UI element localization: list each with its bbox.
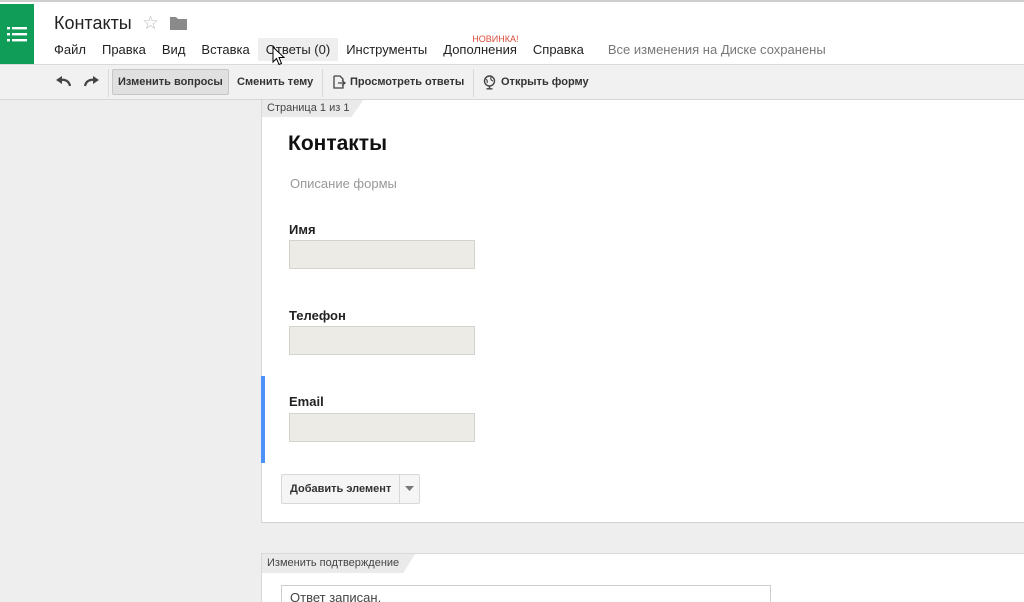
question-input-phone[interactable] [289,326,475,355]
toolbar-divider [322,69,323,97]
mouse-cursor-icon [272,45,286,71]
document-title[interactable]: Контакты [54,13,132,34]
open-form-button[interactable]: Открыть форму [477,69,594,95]
redo-button[interactable] [82,74,100,90]
question-label-name[interactable]: Имя [289,222,316,237]
export-icon [332,75,346,89]
folder-icon[interactable] [170,16,187,35]
save-status[interactable]: Все изменения на Диске сохранены [608,42,826,57]
confirmation-message-field[interactable]: Ответ записан. [281,585,771,602]
open-form-label: Открыть форму [501,76,589,88]
list-icon [7,27,27,42]
chevron-down-icon [405,486,415,491]
menu-edit[interactable]: Правка [94,38,154,61]
view-responses-button[interactable]: Просмотреть ответы [327,69,469,95]
toolbar: Изменить вопросы Сменить тему Просмотрет… [0,64,1024,100]
forms-home-button[interactable] [0,4,34,64]
question-input-email[interactable] [289,413,475,442]
add-item-button[interactable]: Добавить элемент [281,474,420,504]
question-label-phone[interactable]: Телефон [289,308,346,323]
edit-questions-button[interactable]: Изменить вопросы [112,69,229,95]
menu-file[interactable]: Файл [46,38,94,61]
undo-button[interactable] [55,74,73,90]
toolbar-divider [108,69,109,97]
add-item-label: Добавить элемент [290,483,392,495]
new-badge: НОВИНКА! [472,33,519,44]
menu-help[interactable]: Справка [525,38,592,61]
page-indicator: Страница 1 из 1 [262,100,363,117]
menu-responses[interactable]: Ответы (0) [257,37,339,61]
star-icon[interactable]: ☆ [142,13,159,35]
confirmation-card: Изменить подтверждение Ответ записан. [261,553,1024,602]
question-label-email[interactable]: Email [289,394,324,409]
form-title[interactable]: Контакты [288,132,387,156]
form-editor-card: Страница 1 из 1 Контакты Описание формы … [261,100,1024,523]
view-responses-label: Просмотреть ответы [350,76,465,88]
active-question-indicator [261,376,265,463]
menu-insert[interactable]: Вставка [193,38,257,61]
menu-bar: Файл Правка Вид Вставка Ответы (0) Инстр… [46,34,826,62]
menu-view[interactable]: Вид [154,38,194,61]
undo-icon [56,76,72,87]
question-input-name[interactable] [289,240,475,269]
confirmation-tab: Изменить подтверждение [262,554,415,573]
menu-addons[interactable]: НОВИНКА! Дополнения [435,34,525,61]
change-theme-button[interactable]: Сменить тему [232,69,318,95]
toolbar-divider [473,69,474,97]
menu-addons-label: Дополнения [443,41,517,57]
menu-tools[interactable]: Инструменты [338,38,435,61]
app-header: Контакты ☆ Файл Правка Вид Вставка Ответ… [0,0,1024,64]
redo-icon [83,76,99,87]
globe-icon [482,74,497,90]
form-description-field[interactable]: Описание формы [290,176,397,191]
add-item-dropdown[interactable] [399,475,419,503]
